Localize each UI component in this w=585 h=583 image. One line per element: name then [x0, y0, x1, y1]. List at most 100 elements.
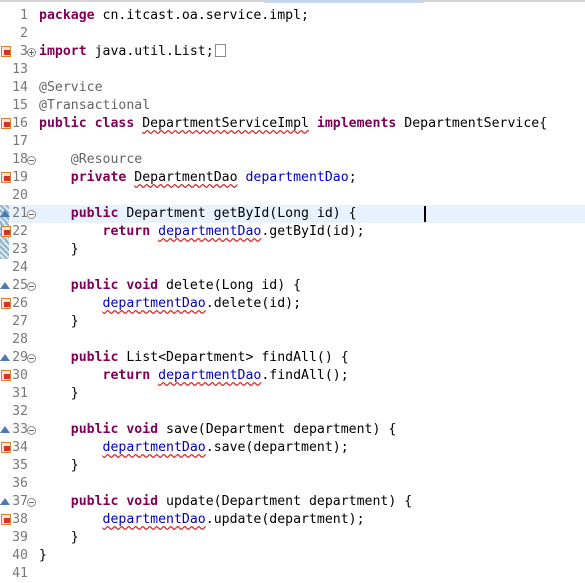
- code-token: List<Department> findAll() {: [118, 350, 349, 365]
- code-text: return departmentDao.findAll();: [39, 367, 349, 385]
- code-text: package cn.itcast.oa.service.impl;: [39, 7, 309, 25]
- code-text: public void save(Department department) …: [39, 421, 397, 439]
- override-marker-icon[interactable]: [0, 498, 10, 505]
- code-line-21[interactable]: 21 public Department getById(Long id) {: [0, 205, 585, 223]
- editor-tab-indicator: [264, 0, 424, 3]
- code-text: public void update(Department department…: [39, 493, 412, 511]
- line-number: 22: [12, 224, 28, 239]
- keyword: public void: [70, 494, 159, 509]
- line-number: 24: [12, 260, 28, 275]
- code-line-27[interactable]: 27 }: [0, 313, 585, 331]
- code-line-31[interactable]: 31 }: [0, 385, 585, 403]
- expand-fold-icon[interactable]: [27, 48, 36, 57]
- override-marker-icon[interactable]: [0, 426, 10, 433]
- override-marker-icon[interactable]: [0, 354, 10, 361]
- code-line-35[interactable]: 35 }: [0, 457, 585, 475]
- line-number: 36: [12, 476, 28, 491]
- collapse-fold-icon[interactable]: [27, 282, 36, 291]
- line-number: 38: [12, 512, 28, 527]
- line-number: 13: [12, 62, 28, 77]
- editor-top-border: [0, 0, 585, 3]
- code-line-16[interactable]: 16 public class DepartmentServiceImpl imp…: [0, 115, 585, 133]
- override-marker-icon[interactable]: [0, 210, 10, 217]
- line-number: 15: [12, 98, 28, 113]
- code-line-18[interactable]: 18 @Resource: [0, 151, 585, 169]
- code-token: DepartmentService{: [396, 116, 548, 131]
- collapse-fold-icon[interactable]: [27, 426, 36, 435]
- collapse-fold-icon[interactable]: [27, 156, 36, 165]
- keyword: implements: [316, 116, 397, 131]
- code-line-40[interactable]: 40}: [0, 547, 585, 565]
- code-text: @Resource: [39, 151, 142, 169]
- code-line-13[interactable]: 13: [0, 61, 585, 79]
- code-line-28[interactable]: 28: [0, 331, 585, 349]
- collapse-fold-icon[interactable]: [27, 354, 36, 363]
- annotation: @Transactional: [39, 98, 151, 113]
- code-text: import java.util.List;: [39, 43, 226, 61]
- line-number: 27: [12, 314, 28, 329]
- code-line-38[interactable]: 38 departmentDao.update(department);: [0, 511, 585, 529]
- code-text: public Department getById(Long id) {: [39, 205, 357, 223]
- code-text: private DepartmentDao departmentDao;: [39, 169, 357, 187]
- line-number: 17: [12, 134, 28, 149]
- code-line-22[interactable]: 22 return departmentDao.getById(id);: [0, 223, 585, 241]
- line-number: 29: [12, 350, 28, 365]
- line-number: 35: [12, 458, 28, 473]
- code-line-32[interactable]: 32: [0, 403, 585, 421]
- code-line-23[interactable]: 23 }: [0, 241, 585, 259]
- keyword: return: [102, 368, 151, 383]
- collapse-fold-icon[interactable]: [27, 498, 36, 507]
- code-line-39[interactable]: 39 }: [0, 529, 585, 547]
- code-line-29[interactable]: 29 public List<Department> findAll() {: [0, 349, 585, 367]
- code-token: .findAll();: [261, 368, 349, 383]
- code-line-34[interactable]: 34 departmentDao.save(department);: [0, 439, 585, 457]
- code-line-14[interactable]: 14 @Service: [0, 79, 585, 97]
- code-token: ;: [348, 170, 357, 185]
- keyword: public void: [70, 278, 159, 293]
- code-line-24[interactable]: 24: [0, 259, 585, 277]
- override-marker-icon[interactable]: [0, 282, 10, 289]
- keyword: return: [102, 224, 151, 239]
- line-number: 37: [12, 494, 28, 509]
- keyword: import: [39, 44, 87, 59]
- keyword: package: [39, 8, 95, 23]
- code-line-15[interactable]: 15 @Transactional: [0, 97, 585, 115]
- code-token: }: [39, 530, 79, 545]
- code-line-17[interactable]: 17: [0, 133, 585, 151]
- code-token: update(Department department) {: [158, 494, 413, 509]
- line-number: 33: [12, 422, 28, 437]
- code-line-36[interactable]: 36: [0, 475, 585, 493]
- code-line-37[interactable]: 37 public void update(Department departm…: [0, 493, 585, 511]
- line-number: 41: [12, 566, 28, 581]
- code-text: public void delete(Long id) {: [39, 277, 301, 295]
- code-line-26[interactable]: 26 departmentDao.delete(id);: [0, 295, 585, 313]
- code-line-2[interactable]: 2: [0, 25, 585, 43]
- code-line-20[interactable]: 20: [0, 187, 585, 205]
- code-line-1[interactable]: 1 package cn.itcast.oa.service.impl;: [0, 7, 585, 25]
- code-line-3[interactable]: 3 import java.util.List;: [0, 43, 585, 61]
- line-number: 31: [12, 386, 28, 401]
- code-line-19[interactable]: 19 private DepartmentDao departmentDao;: [0, 169, 585, 187]
- field-name-error: departmentDao: [158, 224, 262, 239]
- code-line-33[interactable]: 33 public void save(Department departmen…: [0, 421, 585, 439]
- line-number: 32: [12, 404, 28, 419]
- code-token: }: [39, 386, 79, 401]
- line-number: 23: [12, 242, 28, 257]
- code-text: @Transactional: [39, 97, 150, 115]
- collapse-fold-icon[interactable]: [27, 210, 36, 219]
- line-number: 25: [12, 278, 28, 293]
- code-line-41[interactable]: 41: [0, 565, 585, 583]
- code-line-30[interactable]: 30 return departmentDao.findAll();: [0, 367, 585, 385]
- code-text: public List<Department> findAll() {: [39, 349, 349, 367]
- keyword: public: [70, 350, 119, 365]
- code-line-25[interactable]: 25 public void delete(Long id) {: [0, 277, 585, 295]
- folded-region-box[interactable]: [214, 44, 226, 57]
- code-token: .update(department);: [205, 512, 365, 527]
